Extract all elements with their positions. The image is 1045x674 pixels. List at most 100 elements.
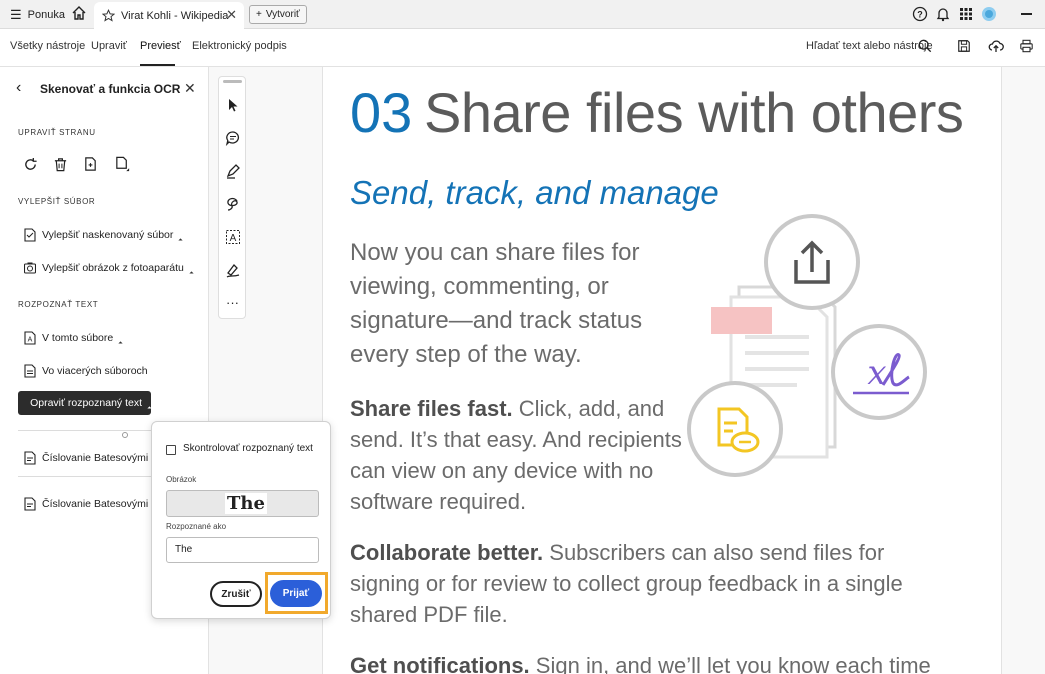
intro-line: viewing, commenting, or bbox=[350, 273, 609, 300]
enhance-camera-image[interactable]: Vylepšiť obrázok z fotoaparátu bbox=[24, 261, 194, 276]
active-tab-underline bbox=[140, 64, 175, 66]
bates-numbering-label: Číslovanie Batesovými čísl bbox=[42, 498, 167, 510]
notifications-paragraph: Get notifications. Sign in, and we’ll le… bbox=[350, 650, 931, 674]
image-snippet-text: The bbox=[225, 493, 267, 514]
page-subheading: Send, track, and manage bbox=[350, 174, 719, 211]
draw-lasso-icon[interactable] bbox=[225, 196, 241, 212]
text-doc-icon: A bbox=[24, 331, 36, 345]
home-icon[interactable] bbox=[71, 5, 87, 21]
text-box-icon[interactable]: A bbox=[225, 229, 241, 245]
browser-top-bar: ☰ Ponuka Virat Kohli - Wikipedia ✕ + Vyt… bbox=[0, 0, 1045, 29]
tool-nav-bar: Všetky nástroje Upraviť Previesť Elektro… bbox=[0, 29, 1045, 67]
svg-text:A: A bbox=[28, 337, 33, 344]
star-icon[interactable] bbox=[102, 9, 115, 22]
quick-tools-toolbar: A ··· bbox=[218, 76, 246, 319]
intro-line: every step of the way. bbox=[350, 341, 582, 368]
intro-paragraph: Now you can share files for viewing, com… bbox=[350, 236, 642, 372]
rotate-icon[interactable] bbox=[23, 157, 38, 172]
drag-handle[interactable] bbox=[223, 80, 242, 83]
submenu-corner-icon bbox=[189, 270, 194, 276]
fix-recognized-text-label: Opraviť rozpoznaný text bbox=[30, 397, 142, 409]
create-button[interactable]: + Vytvoriť bbox=[249, 5, 307, 24]
hamburger-icon: ☰ bbox=[10, 7, 22, 22]
document-icon bbox=[24, 497, 36, 511]
share-heading: Share files fast. bbox=[350, 396, 513, 421]
resize-handle-icon[interactable] bbox=[122, 432, 128, 438]
share-text: software required. bbox=[350, 489, 527, 514]
recognize-this-file[interactable]: A V tomto súbore bbox=[24, 331, 123, 346]
highlighter-icon[interactable] bbox=[225, 163, 241, 179]
document-icon bbox=[24, 451, 36, 465]
signature-x-icon: x bbox=[867, 353, 886, 393]
review-recognized-checkbox[interactable] bbox=[166, 445, 176, 455]
comment-icon[interactable] bbox=[225, 130, 241, 146]
camera-icon bbox=[24, 262, 36, 274]
notifications-text: Sign in, and we’ll let you know each tim… bbox=[529, 653, 931, 674]
minimize-icon[interactable] bbox=[1021, 13, 1032, 15]
cancel-button[interactable]: Zrušiť bbox=[210, 581, 262, 607]
scanned-doc-icon bbox=[24, 228, 36, 242]
right-gutter bbox=[1001, 67, 1045, 674]
recognized-text-input[interactable]: The bbox=[166, 537, 319, 563]
source-image-preview: The bbox=[166, 490, 319, 517]
save-icon[interactable] bbox=[957, 39, 971, 53]
share-paragraph: Share files fast. Click, add, and send. … bbox=[350, 393, 682, 517]
submenu-corner-icon bbox=[118, 340, 123, 346]
close-panel-icon[interactable]: ✕ bbox=[184, 80, 196, 97]
multi-doc-icon bbox=[24, 364, 36, 378]
extract-page-icon[interactable] bbox=[83, 156, 98, 172]
back-arrow-icon[interactable]: ‹ bbox=[16, 79, 21, 97]
insert-page-icon[interactable] bbox=[114, 156, 131, 173]
more-tools-icon[interactable]: ··· bbox=[226, 295, 239, 310]
select-cursor-icon[interactable] bbox=[225, 97, 241, 113]
nav-all-tools[interactable]: Všetky nástroje bbox=[10, 40, 85, 52]
cloud-upload-icon[interactable] bbox=[988, 38, 1004, 54]
recognized-as-label: Rozpoznané ako bbox=[166, 522, 227, 531]
avatar[interactable] bbox=[981, 6, 997, 22]
intro-line: signature—and track status bbox=[350, 307, 643, 334]
trash-icon[interactable] bbox=[53, 157, 68, 172]
close-tab-icon[interactable]: ✕ bbox=[226, 7, 237, 23]
tab-active[interactable]: Virat Kohli - Wikipedia ✕ bbox=[94, 2, 244, 29]
bates-numbering-item[interactable]: Číslovanie Batesovými čísl bbox=[24, 497, 167, 511]
nav-esign[interactable]: Elektronický podpis bbox=[192, 40, 287, 52]
fill-sign-icon[interactable] bbox=[225, 262, 241, 278]
collaborate-heading: Collaborate better. bbox=[350, 540, 544, 565]
svg-text:A: A bbox=[230, 233, 237, 244]
accept-button[interactable]: Prijať bbox=[270, 580, 322, 607]
review-recognized-label: Skontrolovať rozpoznaný text bbox=[183, 443, 313, 454]
svg-text:?: ? bbox=[917, 10, 923, 20]
help-icon[interactable]: ? bbox=[912, 6, 928, 22]
collaborate-paragraph: Collaborate better. Subscribers can also… bbox=[350, 537, 903, 630]
print-icon[interactable] bbox=[1019, 39, 1034, 53]
search-tools-label[interactable]: Hľadať text alebo nástroje bbox=[806, 40, 933, 52]
enhance-camera-label: Vylepšiť obrázok z fotoaparátu bbox=[42, 262, 184, 274]
menu-label: Ponuka bbox=[27, 9, 65, 21]
apps-grid-icon[interactable] bbox=[958, 6, 974, 22]
collaborate-text: shared PDF file. bbox=[350, 602, 508, 627]
recognize-multiple-label: Vo viacerých súboroch bbox=[42, 365, 148, 377]
collaborate-text: Subscribers can also send files for bbox=[543, 540, 885, 565]
share-text: Click, add, and bbox=[512, 396, 665, 421]
fix-recognized-text-button[interactable]: Opraviť rozpoznaný text bbox=[18, 391, 152, 415]
enhance-scanned-file[interactable]: Vylepšiť naskenovaný súbor bbox=[24, 228, 183, 243]
image-label: Obrázok bbox=[166, 475, 197, 484]
share-illustration: x bbox=[687, 214, 927, 477]
share-text: can view on any device with no bbox=[350, 458, 654, 483]
nav-edit[interactable]: Upraviť bbox=[91, 40, 127, 52]
submenu-corner-icon bbox=[178, 237, 183, 243]
recognize-multiple-files[interactable]: Vo viacerých súboroch bbox=[24, 364, 148, 378]
section-number: 03 bbox=[350, 81, 413, 144]
bates-numbering-label: Číslovanie Batesovými čísl bbox=[42, 452, 167, 464]
bell-icon[interactable] bbox=[935, 6, 951, 22]
tab-title: Virat Kohli - Wikipedia bbox=[121, 9, 229, 22]
search-icon[interactable] bbox=[918, 39, 932, 53]
bates-numbering-item[interactable]: Číslovanie Batesovými čísl bbox=[24, 451, 167, 465]
submenu-corner-icon bbox=[147, 405, 152, 411]
menu-button[interactable]: ☰ Ponuka bbox=[10, 7, 65, 23]
nav-convert[interactable]: Previesť bbox=[140, 40, 181, 52]
pdf-page: 03 Share files with others Send, track, … bbox=[323, 67, 1001, 674]
fix-text-popup: Skontrolovať rozpoznaný text Obrázok The… bbox=[151, 421, 331, 619]
panel-title: Skenovať a funkcia OCR bbox=[40, 82, 181, 96]
section-edit-page: UPRAVIŤ STRANU bbox=[18, 128, 96, 137]
